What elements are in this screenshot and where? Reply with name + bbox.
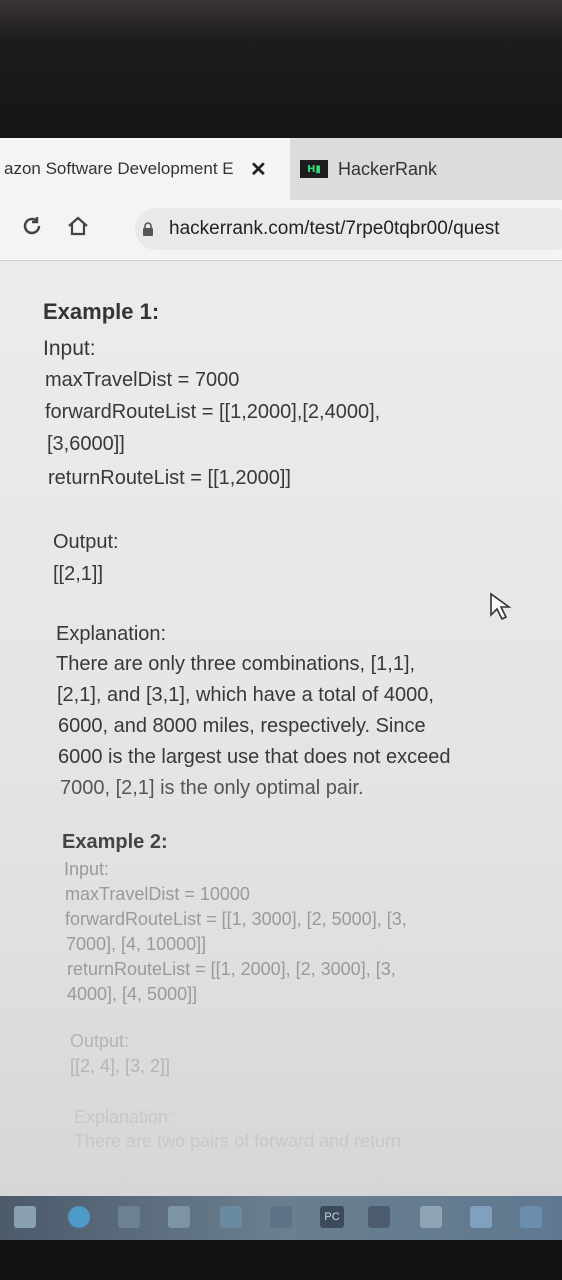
tab-hackerrank[interactable]: H▮ HackerRank <box>300 138 562 200</box>
example-2-forward-line-2: 7000], [4, 10000]] <box>66 934 207 954</box>
example-1-explanation-line: 7000, [2,1] is the only optimal pair. <box>60 777 364 799</box>
example-1-input-label: Input: <box>43 337 96 360</box>
example-2-output-label: Output: <box>70 1031 130 1051</box>
home-icon[interactable] <box>66 214 96 244</box>
search-icon[interactable] <box>14 1206 36 1228</box>
app-icon[interactable] <box>368 1206 390 1228</box>
hackerrank-logo-icon: H▮ <box>300 160 328 178</box>
example-2-input-label: Input: <box>64 859 110 879</box>
app-icon[interactable] <box>270 1206 292 1228</box>
tab-title: azon Software Development E <box>4 159 234 178</box>
tab-amazon-software-development[interactable]: azon Software Development E ✕ <box>0 138 290 200</box>
example-2-forward-line-1: forwardRouteList = [[1, 3000], [2, 5000]… <box>65 909 407 929</box>
example-1-output-value: [[2,1]] <box>53 563 104 585</box>
example-2-explanation-line: There are two pairs of forward and retur… <box>74 1131 402 1151</box>
browser-nav-bar: hackerrank.com/test/7rpe0tqbr00/quest <box>0 200 562 261</box>
example-1-explanation-line: There are only three combinations, [1,1]… <box>56 653 416 675</box>
example-1-return-line: returnRouteList = [[1,2000]] <box>48 467 291 489</box>
example-1-output-label: Output: <box>53 531 119 553</box>
example-1-heading: Example 1: <box>43 299 160 324</box>
reload-icon[interactable] <box>20 214 50 244</box>
example-1-explanation-line: 6000, and 8000 miles, respectively. Sinc… <box>58 715 426 737</box>
app-icon[interactable] <box>420 1206 442 1228</box>
monitor-bezel-bottom <box>0 1240 562 1280</box>
chrome-icon[interactable] <box>68 1206 90 1228</box>
tab-title: HackerRank <box>338 158 438 179</box>
close-tab-icon[interactable]: ✕ <box>250 157 267 182</box>
example-1-max-travel: maxTravelDist = 7000 <box>45 369 240 391</box>
example-2-return-line-2: 4000], [4, 5000]] <box>67 984 198 1004</box>
lock-icon <box>143 222 153 236</box>
address-bar[interactable]: hackerrank.com/test/7rpe0tqbr00/quest <box>135 208 562 250</box>
pc-app-icon[interactable]: PC <box>320 1206 344 1228</box>
app-icon[interactable] <box>470 1206 492 1228</box>
mouse-cursor-icon <box>490 592 512 621</box>
example-2-return-line-1: returnRouteList = [[1, 2000], [2, 3000],… <box>67 959 396 979</box>
windows-taskbar: PC <box>0 1196 562 1240</box>
example-1-explanation-line: [2,1], and [3,1], which have a total of … <box>57 684 434 706</box>
url-text: hackerrank.com/test/7rpe0tqbr00/quest <box>169 218 500 239</box>
browser-tab-bar: azon Software Development E ✕ H▮ HackerR… <box>0 138 562 200</box>
app-icon[interactable] <box>168 1206 190 1228</box>
example-2-max-travel: maxTravelDist = 10000 <box>65 884 250 904</box>
app-icon[interactable] <box>520 1206 542 1228</box>
example-2-heading: Example 2: <box>62 831 168 853</box>
example-1-forward-line-1: forwardRouteList = [[1,2000],[2,4000], <box>45 401 381 423</box>
app-icon[interactable] <box>220 1206 242 1228</box>
example-2-explanation-label: Explanation: <box>74 1107 174 1127</box>
example-1-explanation-line: 6000 is the largest use that does not ex… <box>58 746 451 768</box>
example-1-explanation-label: Explanation: <box>56 623 167 645</box>
monitor-bezel-top <box>0 0 562 138</box>
app-icon[interactable] <box>118 1206 140 1228</box>
example-2-output-value: [[2, 4], [3, 2]] <box>70 1056 171 1076</box>
problem-statement: Example 1: Input: maxTravelDist = 7000 f… <box>0 261 562 1196</box>
example-1-forward-line-2: [3,6000]] <box>47 433 125 455</box>
